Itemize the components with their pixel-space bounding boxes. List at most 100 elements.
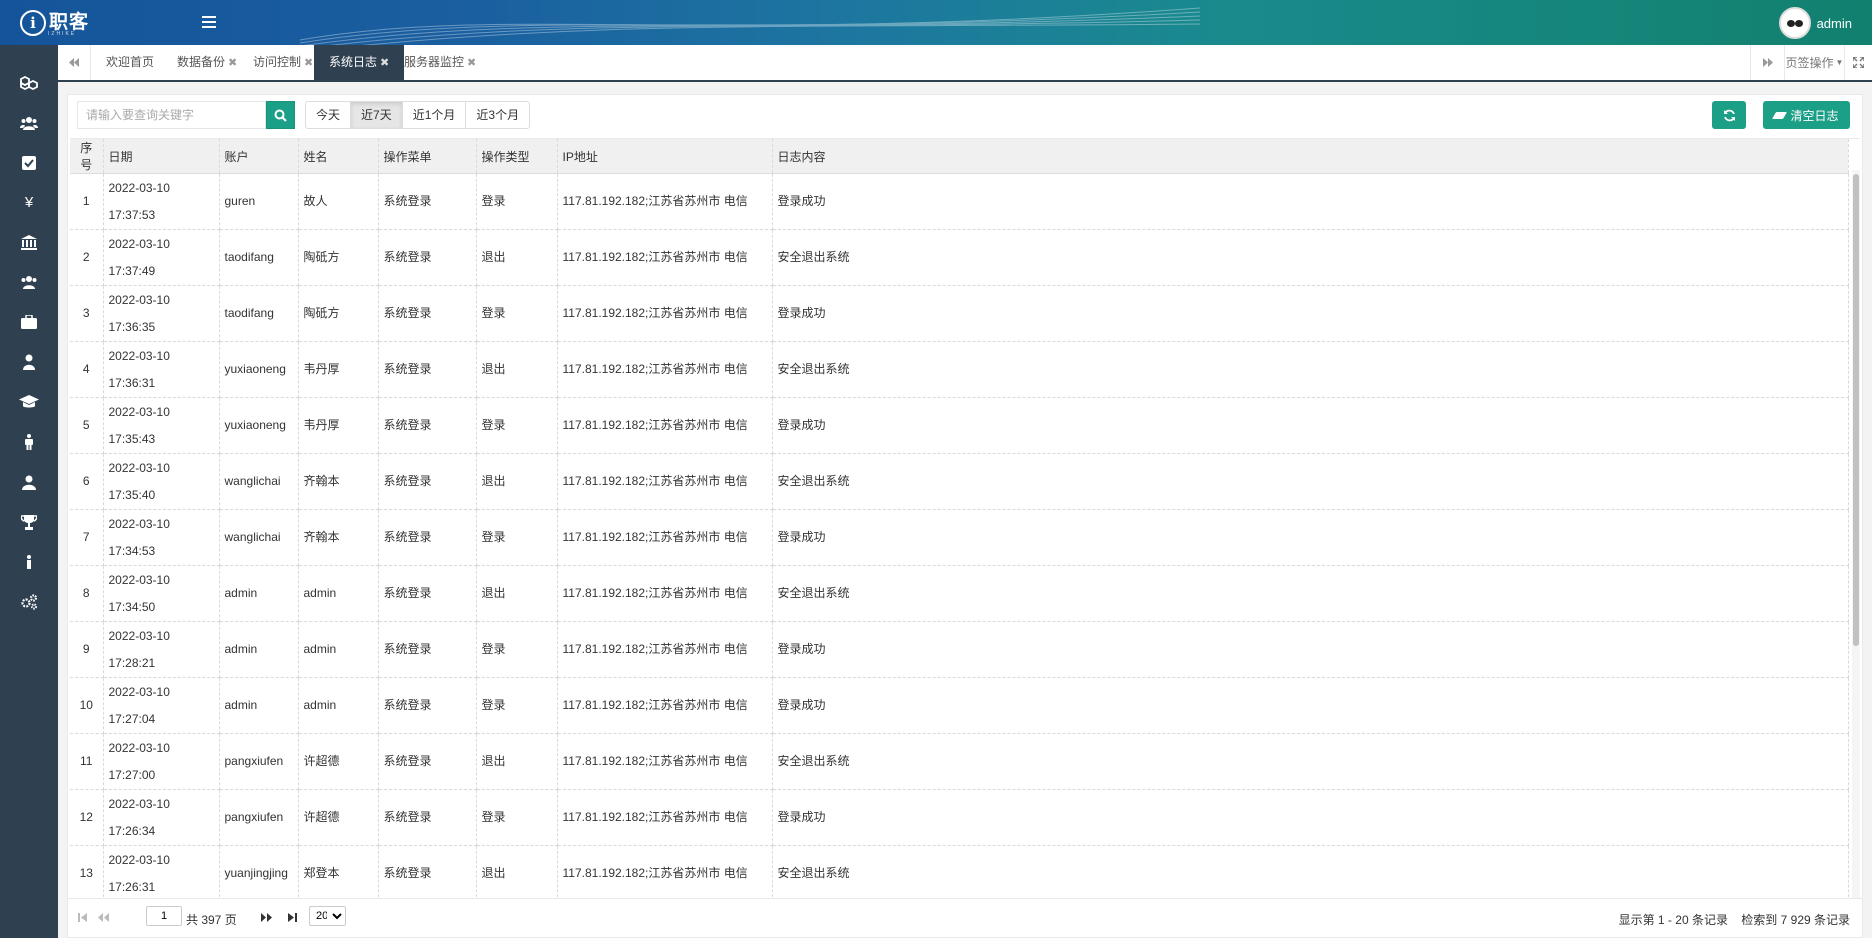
table-row[interactable]: 3 2022-03-10 17:36:35 taodifang 陶砥方 系统登录 登录 117… — [70, 285, 1849, 342]
tab-welcome[interactable]: 欢迎首页 — [91, 45, 169, 80]
last-page-icon[interactable] — [288, 911, 297, 925]
table-row[interactable]: 11 2022-03-10 17:27:00 pangxiufen 许超德 系统登录 退出 1… — [70, 733, 1849, 790]
table-row[interactable]: 1 2022-03-10 17:37:53 guren 故人 系统登录 登录 117.81.1… — [70, 173, 1849, 230]
cell-date: 2022-03-10 17:27:00 — [103, 733, 220, 790]
check-square-icon[interactable] — [18, 152, 40, 174]
search-input[interactable] — [77, 101, 266, 129]
cell-type: 退出 — [476, 845, 558, 898]
gears-icon[interactable] — [18, 591, 40, 613]
cell-date-time: 17:36:35 — [108, 319, 156, 334]
next-page-icon[interactable] — [261, 911, 272, 925]
menu-toggle-icon[interactable] — [202, 16, 216, 28]
table-row[interactable]: 9 2022-03-10 17:28:21 admin admin 系统登录 登录 117.8… — [70, 621, 1849, 678]
tabs-scroll-right-icon[interactable] — [1750, 45, 1784, 80]
column-header-index[interactable]: 序号 — [70, 139, 104, 174]
tabs-bar: 欢迎首页 数据备份 ✖ 访问控制 ✖ 系统日志 ✖ 服务器监控 ✖ 页签操作 ▼ — [58, 45, 1872, 82]
table-row[interactable]: 6 2022-03-10 17:35:40 wanglichai 齐翰本 系统登录 退出 11… — [70, 453, 1849, 510]
close-icon[interactable]: ✖ — [228, 57, 237, 69]
user-menu[interactable]: admin — [1778, 7, 1852, 39]
cell-ip: 117.81.192.182;江苏省苏州市 电信 — [557, 621, 773, 678]
tabs-scroll-left-icon[interactable] — [58, 45, 91, 80]
table-row[interactable]: 2 2022-03-10 17:37:49 taodifang 陶砥方 系统登录 退出 117… — [70, 229, 1849, 286]
user-md-icon[interactable] — [18, 351, 40, 373]
user-icon[interactable] — [18, 471, 40, 493]
tab-server-monitor[interactable]: 服务器监控 ✖ — [389, 45, 491, 80]
column-header-ip[interactable]: IP地址 — [557, 139, 773, 174]
column-header-content[interactable]: 日志内容 — [772, 139, 1849, 174]
column-header-name[interactable]: 姓名 — [298, 139, 379, 174]
column-header-menu[interactable]: 操作菜单 — [378, 139, 477, 174]
cell-date: 2022-03-10 17:34:53 — [103, 509, 220, 566]
prev-page-icon[interactable] — [98, 911, 109, 925]
cell-ip: 117.81.192.182;江苏省苏州市 电信 — [557, 341, 773, 398]
first-page-icon[interactable] — [78, 911, 87, 925]
cell-name: 陶砥方 — [298, 285, 379, 342]
table-row[interactable]: 5 2022-03-10 17:35:43 yuxiaoneng 韦丹厚 系统登录 登录 11… — [70, 397, 1849, 454]
yen-icon[interactable]: ¥ — [18, 191, 40, 213]
clear-log-button[interactable]: 清空日志 — [1763, 101, 1850, 129]
table-row[interactable]: 7 2022-03-10 17:34:53 wanglichai 齐翰本 系统登录 登录 11… — [70, 509, 1849, 566]
cell-date: 2022-03-10 17:36:31 — [103, 341, 220, 398]
graduation-cap-icon[interactable] — [18, 391, 40, 413]
cubes-icon[interactable] — [18, 72, 40, 94]
cell-menu: 系统登录 — [378, 677, 477, 734]
cell-date-day: 2022-03-10 — [108, 236, 170, 251]
table-row[interactable]: 13 2022-03-10 17:26:31 yuanjingjing 郑登本 系统登录退… — [70, 845, 1849, 898]
close-icon[interactable]: ✖ — [467, 57, 476, 69]
column-header-account[interactable]: 账户 — [219, 139, 299, 174]
cell-name: 齐翰本 — [298, 509, 379, 566]
filter-3months-button[interactable]: 近3个月 — [465, 101, 531, 129]
cell-type: 登录 — [476, 789, 558, 846]
bank-icon[interactable] — [18, 231, 40, 253]
column-header-type[interactable]: 操作类型 — [476, 139, 558, 174]
cell-date-time: 17:27:00 — [108, 767, 156, 782]
sidebar: ¥ — [0, 45, 58, 938]
cell-account: taodifang — [219, 285, 299, 342]
cell-date-time: 17:37:49 — [108, 263, 156, 278]
cell-account: admin — [219, 677, 299, 734]
app-logo[interactable]: i 职客 IZHIKE — [20, 8, 89, 38]
record-range-text: 显示第 1 - 20 条记录 — [1618, 913, 1728, 927]
page-number-input[interactable] — [146, 906, 182, 926]
cell-index: 5 — [70, 397, 104, 454]
tab-label: 数据备份 — [177, 55, 226, 69]
column-header-date[interactable]: 日期 — [103, 139, 220, 174]
briefcase-icon[interactable] — [18, 311, 40, 333]
cell-content: 登录成功 — [772, 285, 1849, 342]
cell-type: 退出 — [476, 229, 558, 286]
close-icon[interactable]: ✖ — [380, 57, 389, 69]
close-icon[interactable]: ✖ — [304, 57, 313, 69]
table-row[interactable]: 4 2022-03-10 17:36:31 yuxiaoneng 韦丹厚 系统登录 退出 11… — [70, 341, 1849, 398]
cell-menu: 系统登录 — [378, 341, 477, 398]
table-scrollbar-thumb[interactable] — [1853, 174, 1859, 646]
table-row[interactable]: 12 2022-03-10 17:26:34 pangxiufen 许超德 系统登录 登录 1… — [70, 789, 1849, 846]
users-icon[interactable] — [18, 112, 40, 134]
table-row[interactable]: 8 2022-03-10 17:34:50 admin admin 系统登录 退出 117.8… — [70, 565, 1849, 622]
cell-date-day: 2022-03-10 — [108, 180, 170, 195]
cell-date-time: 17:34:50 — [108, 599, 156, 614]
filter-7days-button[interactable]: 近7天 — [350, 101, 403, 129]
cell-account: wanglichai — [219, 509, 299, 566]
cell-menu: 系统登录 — [378, 173, 477, 230]
cell-ip: 117.81.192.182;江苏省苏州市 电信 — [557, 509, 773, 566]
group-icon[interactable] — [18, 271, 40, 293]
fullscreen-icon[interactable] — [1844, 45, 1872, 80]
filter-today-button[interactable]: 今天 — [305, 101, 352, 129]
pagination: 共 397 页 20 显示第 1 - 20 条记录 检索到 7 929 条记录 — [68, 898, 1862, 937]
tab-label: 访问控制 — [253, 55, 302, 69]
cell-ip: 117.81.192.182;江苏省苏州市 电信 — [557, 565, 773, 622]
cell-content: 登录成功 — [772, 397, 1849, 454]
cell-index: 9 — [70, 621, 104, 678]
cell-date-day: 2022-03-10 — [108, 740, 170, 755]
page-size-select[interactable]: 20 — [309, 906, 346, 926]
refresh-button[interactable] — [1712, 101, 1746, 129]
table-row[interactable]: 10 2022-03-10 17:27:04 admin admin 系统登录 登录 117.… — [70, 677, 1849, 734]
filter-1month-button[interactable]: 近1个月 — [401, 101, 467, 129]
tab-options-dropdown[interactable]: 页签操作 ▼ — [1784, 45, 1844, 80]
cell-menu: 系统登录 — [378, 733, 477, 790]
trophy-icon[interactable] — [18, 511, 40, 533]
male-icon[interactable] — [18, 431, 40, 453]
info-icon[interactable] — [18, 551, 40, 573]
search-button[interactable] — [266, 101, 295, 129]
cell-account: taodifang — [219, 229, 299, 286]
